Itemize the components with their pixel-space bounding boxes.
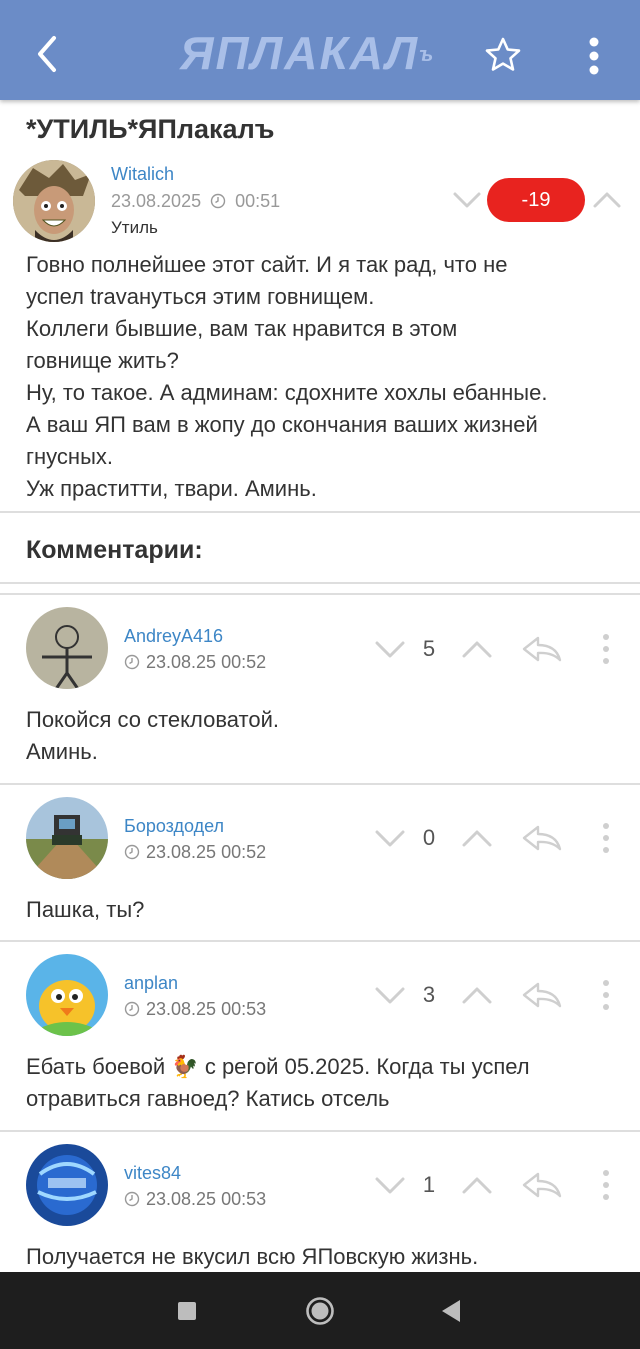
page-title: *УТИЛЬ*ЯПлакалъ	[26, 114, 275, 144]
kebab-menu-icon[interactable]	[598, 1168, 614, 1202]
avatar[interactable]	[26, 1144, 108, 1226]
reply-icon[interactable]	[520, 634, 564, 664]
clock-icon	[210, 193, 226, 209]
divider	[0, 511, 640, 513]
avatar[interactable]	[26, 607, 108, 689]
comment-date: 23.08.25 00:52	[124, 652, 266, 673]
chevron-down-icon[interactable]	[374, 635, 406, 663]
reply-icon[interactable]	[520, 980, 564, 1010]
comment-text: Получается не вкусил всю ЯПовскую жизнь.	[26, 1244, 479, 1269]
chevron-down-icon[interactable]	[452, 186, 482, 214]
comment-text: Пашка, ты?	[26, 897, 145, 922]
comment-score: 5	[422, 636, 436, 661]
recent-apps-icon[interactable]	[178, 1302, 196, 1320]
clock-icon	[124, 1191, 140, 1207]
post-section[interactable]: Утиль	[111, 218, 158, 238]
chevron-up-icon[interactable]	[592, 186, 622, 214]
star-icon[interactable]	[484, 36, 522, 74]
app-header: ЯПЛАКАЛъ	[0, 0, 640, 100]
chevron-up-icon[interactable]	[461, 1171, 493, 1199]
comment-text: Покойся со стекловатой. Аминь.	[26, 707, 279, 764]
divider	[0, 582, 640, 584]
chevron-up-icon[interactable]	[461, 824, 493, 852]
avatar[interactable]	[26, 797, 108, 879]
clock-icon	[124, 844, 140, 860]
reply-icon[interactable]	[520, 1170, 564, 1200]
comment-date: 23.08.25 00:53	[124, 999, 266, 1020]
comment-score: 3	[422, 982, 436, 1007]
comment-item: AndreyA416 23.08.25 00:52 5 Покойся со с…	[0, 594, 640, 784]
clock-icon	[124, 1001, 140, 1017]
kebab-menu-icon[interactable]	[598, 632, 614, 666]
rating-badge: -19	[487, 178, 585, 222]
comment-author[interactable]: anplan	[124, 973, 178, 994]
kebab-menu-icon[interactable]	[598, 821, 614, 855]
reply-icon[interactable]	[520, 823, 564, 853]
avatar[interactable]	[13, 160, 95, 242]
post-body: Говно полнейшее этот сайт. И я так рад, …	[26, 252, 548, 501]
comment-item: vites84 23.08.25 00:53 1 Получается не в…	[0, 1131, 640, 1272]
comment-item: Бороздодел 23.08.25 00:52 0 Пашка, ты?	[0, 784, 640, 941]
comment-date: 23.08.25 00:53	[124, 1189, 266, 1210]
chevron-down-icon[interactable]	[374, 824, 406, 852]
chevron-up-icon[interactable]	[461, 635, 493, 663]
post-date: 23.08.2025 00:51	[111, 191, 281, 211]
comments-header: Комментарии:	[26, 536, 203, 564]
avatar[interactable]	[26, 954, 108, 1036]
comment-item: anplan 23.08.25 00:53 3 Ебать боевой 🐓 с…	[0, 941, 640, 1131]
comment-author[interactable]: AndreyA416	[124, 626, 223, 647]
chevron-down-icon[interactable]	[374, 981, 406, 1009]
back-triangle-icon[interactable]	[440, 1298, 462, 1324]
chevron-up-icon[interactable]	[461, 981, 493, 1009]
app-logo[interactable]: ЯПЛАКАЛъ	[180, 28, 460, 78]
back-arrow-icon[interactable]	[30, 32, 64, 76]
home-icon[interactable]	[305, 1296, 335, 1326]
comment-author[interactable]: vites84	[124, 1163, 181, 1184]
kebab-menu-icon[interactable]	[584, 36, 604, 76]
comment-score: 0	[422, 825, 436, 850]
clock-icon	[124, 654, 140, 670]
comment-text: Ебать боевой 🐓 с регой 05.2025. Когда ты…	[26, 1054, 530, 1111]
post-author[interactable]: Witalich	[111, 164, 174, 185]
kebab-menu-icon[interactable]	[598, 978, 614, 1012]
chevron-down-icon[interactable]	[374, 1171, 406, 1199]
comment-author[interactable]: Бороздодел	[124, 816, 224, 837]
comment-date: 23.08.25 00:52	[124, 842, 266, 863]
comment-score: 1	[422, 1172, 436, 1197]
